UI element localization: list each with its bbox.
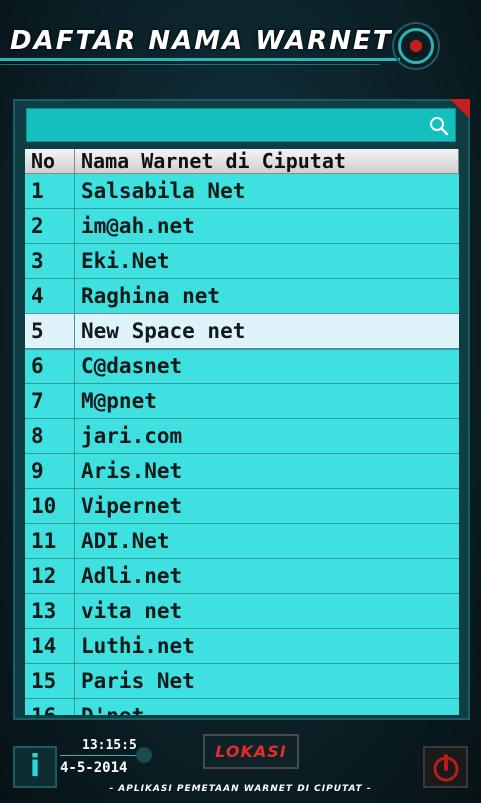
row-number: 13: [25, 594, 75, 628]
search-box: [26, 108, 456, 142]
row-number: 2: [25, 209, 75, 243]
power-button[interactable]: [423, 746, 468, 788]
row-number: 4: [25, 279, 75, 313]
warnet-name: New Space net: [81, 319, 246, 343]
warnet-name: Paris Net: [81, 669, 195, 693]
lokasi-button[interactable]: LOKASI: [203, 734, 299, 769]
title-bar: DAFTAR NAMA WARNET: [0, 0, 481, 92]
table-row[interactable]: 13 vita net: [25, 594, 459, 629]
footer-bar: i 13:15:5 4-5-2014 LOKASI - APLIKASI PEM…: [0, 726, 481, 803]
clock-time: 13:15:5: [82, 738, 137, 753]
table-row[interactable]: 10 Vipernet: [25, 489, 459, 524]
search-icon[interactable]: [429, 116, 449, 136]
warnet-name: D'net: [75, 699, 459, 715]
table-row[interactable]: 3 Eki.Net: [25, 244, 459, 279]
lokasi-button-label: LOKASI: [215, 742, 287, 761]
target-icon: [392, 22, 440, 70]
row-number: 1: [25, 174, 75, 208]
power-icon: [433, 754, 459, 782]
warnet-name: Eki.Net: [81, 249, 170, 273]
table-row[interactable]: 14 Luthi.net: [25, 629, 459, 664]
warnet-name: C@dasnet: [81, 354, 183, 378]
table-body: 1 Salsabila Net 2 im@ah.net 3 Eki.Net 4 Raghina…: [25, 174, 459, 715]
table-header: No Nama Warnet di Ciputat: [25, 149, 459, 174]
list-panel: No Nama Warnet di Ciputat 1 Salsabila Net…: [13, 99, 470, 720]
info-button[interactable]: i: [13, 746, 57, 788]
row-number: 6: [25, 349, 75, 383]
row-number: 8: [25, 419, 75, 453]
column-header-no[interactable]: No: [25, 149, 75, 173]
warnet-name: Vipernet: [81, 494, 183, 518]
table-row[interactable]: 16D'net: [25, 699, 459, 715]
table-row[interactable]: 5 New Space net: [25, 313, 459, 350]
warnet-name: vita net: [81, 599, 183, 623]
table-row[interactable]: 4 Raghina net: [25, 279, 459, 314]
warnet-name: Raghina net: [81, 284, 221, 308]
row-number: 16: [25, 699, 75, 715]
clock-decoration: [136, 747, 152, 763]
warnet-name: Aris.Net: [81, 459, 183, 483]
row-number: 12: [25, 559, 75, 593]
warnet-name: jari.com: [81, 424, 183, 448]
title-underline: [0, 58, 400, 61]
row-number: 14: [25, 629, 75, 663]
clock-date: 4-5-2014: [60, 760, 128, 776]
warnet-name: Salsabila Net: [81, 179, 246, 203]
row-number: 7: [25, 384, 75, 418]
app-tagline: - APLIKASI PEMETAAN WARNET DI CIPUTAT -: [109, 784, 372, 794]
table-row[interactable]: 11 ADI.Net: [25, 524, 459, 559]
row-number: 11: [25, 524, 75, 558]
row-number: 3: [25, 244, 75, 278]
page-title: DAFTAR NAMA WARNET: [10, 26, 393, 56]
search-input[interactable]: [31, 112, 430, 140]
clock-divider: [60, 755, 142, 756]
row-number: 9: [25, 454, 75, 488]
column-header-name[interactable]: Nama Warnet di Ciputat: [75, 149, 459, 173]
warnet-table: No Nama Warnet di Ciputat 1 Salsabila Net…: [25, 149, 459, 715]
table-row[interactable]: 7 M@pnet: [25, 384, 459, 419]
row-number: 5: [25, 314, 75, 348]
target-center-dot: [410, 40, 422, 52]
table-row[interactable]: 1 Salsabila Net: [25, 174, 459, 209]
warnet-name: ADI.Net: [81, 529, 170, 553]
table-row[interactable]: 6 C@dasnet: [25, 349, 459, 384]
row-number: 10: [25, 489, 75, 523]
warnet-name: M@pnet: [81, 389, 157, 413]
table-row[interactable]: 2 im@ah.net: [25, 209, 459, 244]
info-icon: i: [29, 749, 41, 784]
table-row[interactable]: 9 Aris.Net: [25, 454, 459, 489]
warnet-name: Luthi.net: [81, 634, 195, 658]
row-number: 15: [25, 664, 75, 698]
table-row[interactable]: 12 Adli.net: [25, 559, 459, 594]
warnet-name: im@ah.net: [81, 214, 195, 238]
table-row[interactable]: 8 jari.com: [25, 419, 459, 454]
warnet-name: Adli.net: [81, 564, 183, 588]
title-underline-thin: [0, 64, 380, 65]
table-row[interactable]: 15 Paris Net: [25, 664, 459, 699]
